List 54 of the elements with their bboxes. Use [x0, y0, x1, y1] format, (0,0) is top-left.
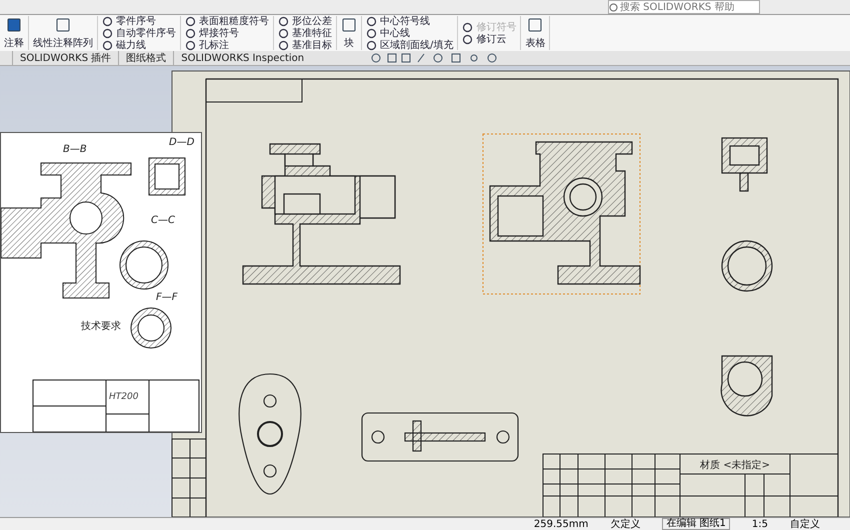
tool-icon — [366, 40, 377, 50]
search-field[interactable]: 搜索 SOLIDWORKS 帮助 — [608, 0, 760, 14]
status-units: 自定义 — [790, 518, 820, 530]
ribbon-tool-button[interactable]: 磁力线 — [100, 39, 178, 51]
tool-icon — [185, 40, 196, 50]
ribbon-tool-button[interactable]: 基准特征 — [276, 27, 334, 39]
section-label: D—D — [169, 137, 194, 148]
tool-icon — [366, 16, 377, 26]
ribbon-tool-button[interactable]: 自动零件序号 — [100, 27, 178, 39]
ribbon-tool-button[interactable]: 区域剖面线/填充 — [364, 39, 456, 51]
ribbon-tool-button[interactable]: 块 — [339, 16, 359, 50]
section-view-drawing — [721, 137, 768, 192]
ribbon-tool-button[interactable]: 注释 — [2, 16, 26, 50]
material-label: HT200 — [109, 392, 138, 402]
ribbon-tool-button[interactable]: 线性注释阵列 — [31, 16, 95, 50]
tool-icon — [102, 16, 113, 26]
status-state: 欠定义 — [610, 518, 640, 530]
part-section-drawing — [148, 158, 186, 196]
help-icon — [609, 2, 618, 12]
status-mode: 在编辑 图纸1 — [662, 518, 730, 530]
tool-icon — [278, 28, 289, 38]
tool-icon — [366, 28, 377, 38]
tool-icon — [185, 16, 196, 26]
tool-icon — [462, 22, 474, 32]
part-section-drawing — [130, 308, 172, 348]
tool-icon — [102, 28, 113, 38]
ribbon-tool-button[interactable]: 孔标注 — [183, 39, 271, 51]
notes-heading: 技术要求 — [81, 321, 121, 332]
section-view-drawing — [720, 355, 773, 416]
tool-icon — [341, 16, 357, 32]
tool-icon — [102, 40, 113, 50]
section-label: B—B — [63, 144, 87, 155]
tool-icon — [55, 16, 71, 32]
tool-icon — [6, 16, 22, 32]
ribbon-tool-button[interactable]: 形位公差 — [276, 15, 334, 27]
section-label: F—F — [156, 292, 178, 303]
section-view-drawing — [721, 240, 773, 292]
tool-icon — [185, 28, 196, 38]
section-label: C—C — [151, 215, 175, 226]
ribbon-tool-button[interactable]: 表格 — [523, 16, 548, 50]
status-scale: 1:5 — [752, 518, 768, 530]
ribbon-tool-button[interactable]: 表面粗糙度符号 — [183, 15, 271, 27]
ribbon-tool-button[interactable]: 修订云 — [460, 33, 518, 45]
tool-icon — [278, 40, 289, 50]
ribbon-tool-button[interactable]: 基准目标 — [276, 39, 334, 51]
tool-icon — [527, 16, 544, 32]
status-length: 259.55mm — [534, 518, 588, 530]
material-label: 材质 <未指定> — [700, 460, 770, 471]
ribbon-tool-button[interactable]: 零件序号 — [100, 15, 178, 27]
ribbon-tool-button[interactable]: 中心线 — [364, 27, 456, 39]
tool-icon — [462, 34, 474, 44]
ribbon-tool-button[interactable]: 中心符号线 — [364, 15, 456, 27]
tool-icon — [278, 16, 289, 26]
ribbon-tool-button[interactable]: 焊接符号 — [183, 27, 271, 39]
